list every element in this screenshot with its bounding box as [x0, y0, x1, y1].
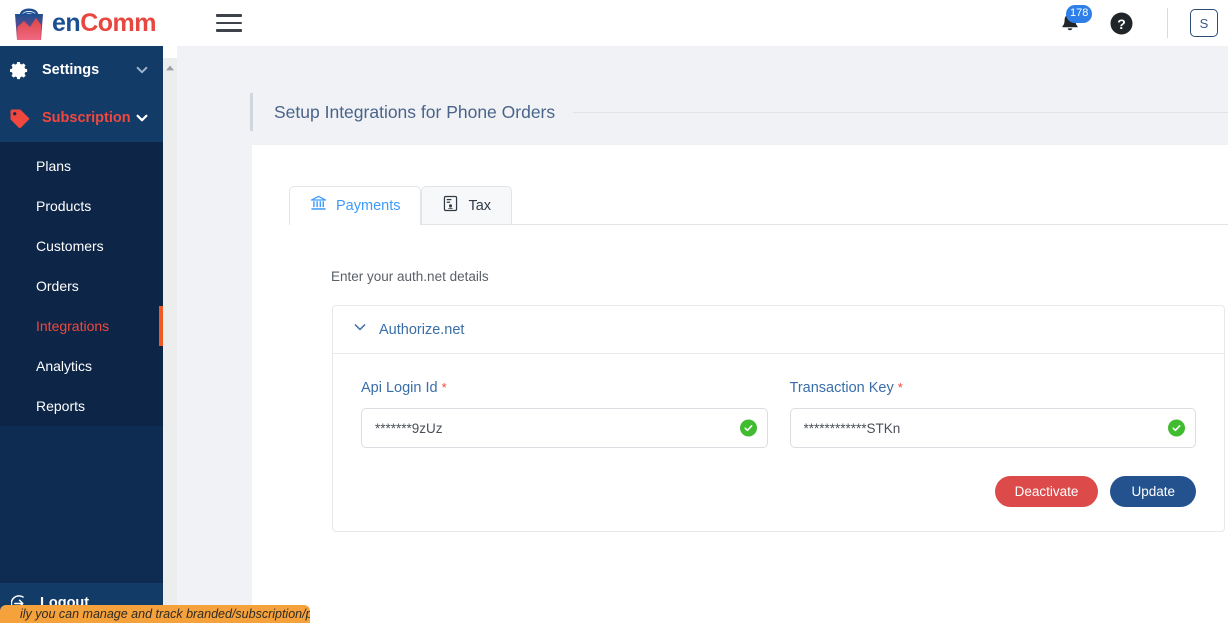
scroll-up-arrow-icon[interactable] — [165, 60, 175, 71]
header-actions: 178 ? S — [1053, 0, 1228, 46]
title-accent-bar — [250, 93, 253, 131]
input-wrap-api-login-id — [361, 408, 768, 448]
hamburger-bar-1 — [215, 14, 242, 17]
hamburger-bar-3 — [215, 29, 242, 32]
sidebar-item-reports[interactable]: Reports — [0, 386, 163, 426]
sidebar-item-analytics[interactable]: Analytics — [0, 346, 163, 386]
main-content: Setup Integrations for Phone Orders Paym… — [177, 46, 1228, 623]
logo-wordmark: enComm — [52, 9, 156, 38]
logo-text-en: en — [52, 8, 81, 37]
api-login-id-input[interactable] — [361, 408, 768, 448]
tab-tax[interactable]: Tax — [421, 186, 513, 224]
label-text-api-login-id: Api Login Id — [361, 380, 438, 396]
sidebar-item-customers[interactable]: Customers — [0, 226, 163, 266]
notifications-button[interactable]: 178 — [1053, 5, 1093, 40]
shopping-bag-logo-icon — [8, 3, 50, 43]
logo-text-omm: omm — [97, 8, 157, 37]
label-api-login-id: Api Login Id * — [361, 380, 768, 396]
logo-text-c: C — [80, 8, 98, 37]
hamburger-bar-2 — [215, 21, 242, 25]
hamburger-menu-button[interactable] — [215, 10, 242, 36]
tab-bar: Payments Tax — [289, 186, 1228, 225]
sidebar-nav: Settings Subscription Plans Products Cus… — [0, 46, 163, 623]
tab-label-payments: Payments — [336, 197, 401, 214]
label-transaction-key: Transaction Key * — [790, 380, 1197, 396]
accordion-title: Authorize.net — [379, 321, 465, 338]
label-text-transaction-key: Transaction Key — [789, 380, 894, 396]
page-title-bar: Setup Integrations for Phone Orders — [250, 93, 1228, 131]
svg-text:?: ? — [1117, 15, 1126, 31]
field-transaction-key: Transaction Key * — [789, 380, 1197, 448]
check-circle-icon — [1168, 419, 1185, 437]
input-wrap-transaction-key — [789, 408, 1196, 448]
sidebar-group-subscription[interactable]: Subscription — [0, 94, 163, 142]
help-circle-icon: ? — [1110, 12, 1132, 34]
required-marker: * — [897, 380, 903, 395]
page-title: Setup Integrations for Phone Orders — [274, 101, 556, 122]
chevron-down-icon — [135, 63, 149, 77]
required-marker: * — [441, 380, 447, 395]
content-panel: Payments Tax Enter your auth.net details… — [252, 145, 1228, 623]
update-button[interactable]: Update — [1110, 476, 1196, 507]
sidebar-item-orders[interactable]: Orders — [0, 266, 163, 306]
header-divider — [1167, 8, 1168, 38]
accordion-actions: Deactivate Update — [361, 476, 1196, 507]
tab-payments[interactable]: Payments — [289, 186, 422, 225]
sidebar-groups: Settings Subscription — [0, 46, 163, 142]
top-header: enComm 178 ? S — [0, 0, 1228, 46]
form-caption: Enter your auth.net details — [331, 269, 489, 284]
chevron-down-icon — [353, 320, 367, 339]
bank-icon — [310, 195, 327, 216]
sidebar-item-integrations[interactable]: Integrations — [0, 306, 163, 346]
sidebar-item-plans[interactable]: Plans — [0, 146, 163, 186]
title-rule — [573, 111, 1228, 113]
field-api-login-id: Api Login Id * — [361, 380, 768, 448]
tab-label-tax: Tax — [468, 197, 492, 214]
tax-document-icon — [442, 195, 459, 216]
transaction-key-input[interactable] — [789, 408, 1196, 448]
page-scrollbar[interactable] — [163, 58, 177, 623]
accordion-body: Api Login Id * *******9zUz Transaction K… — [333, 354, 1224, 531]
sidebar-group-label-settings: Settings — [42, 62, 100, 78]
user-avatar-button[interactable]: S — [1190, 9, 1218, 37]
deactivate-button[interactable]: Deactivate — [994, 476, 1099, 507]
gear-icon — [2, 61, 36, 80]
tag-icon — [2, 108, 36, 129]
bottom-toast-message: ily you can manage and track branded/sub… — [0, 605, 310, 623]
app-logo[interactable]: enComm — [8, 0, 156, 46]
help-button[interactable]: ? — [1101, 6, 1141, 40]
chevron-down-icon — [135, 111, 149, 125]
authorize-net-accordion: Authorize.net Api Login Id * *******9zUz… — [332, 305, 1225, 532]
check-circle-icon — [739, 419, 757, 437]
sidebar-group-settings[interactable]: Settings — [0, 46, 163, 94]
sidebar-group-label-subscription: Subscription — [42, 110, 131, 126]
sidebar-item-products[interactable]: Products — [0, 186, 163, 226]
credentials-field-row: Api Login Id * *******9zUz Transaction K… — [361, 380, 1196, 448]
app-root: enComm 178 ? S Settings Subscription Pla… — [0, 0, 1228, 623]
sidebar-submenu: Plans Products Customers Orders Integrat… — [0, 142, 163, 426]
notification-count-badge: 178 — [1066, 5, 1093, 23]
accordion-header-authorize-net[interactable]: Authorize.net — [333, 306, 1224, 354]
